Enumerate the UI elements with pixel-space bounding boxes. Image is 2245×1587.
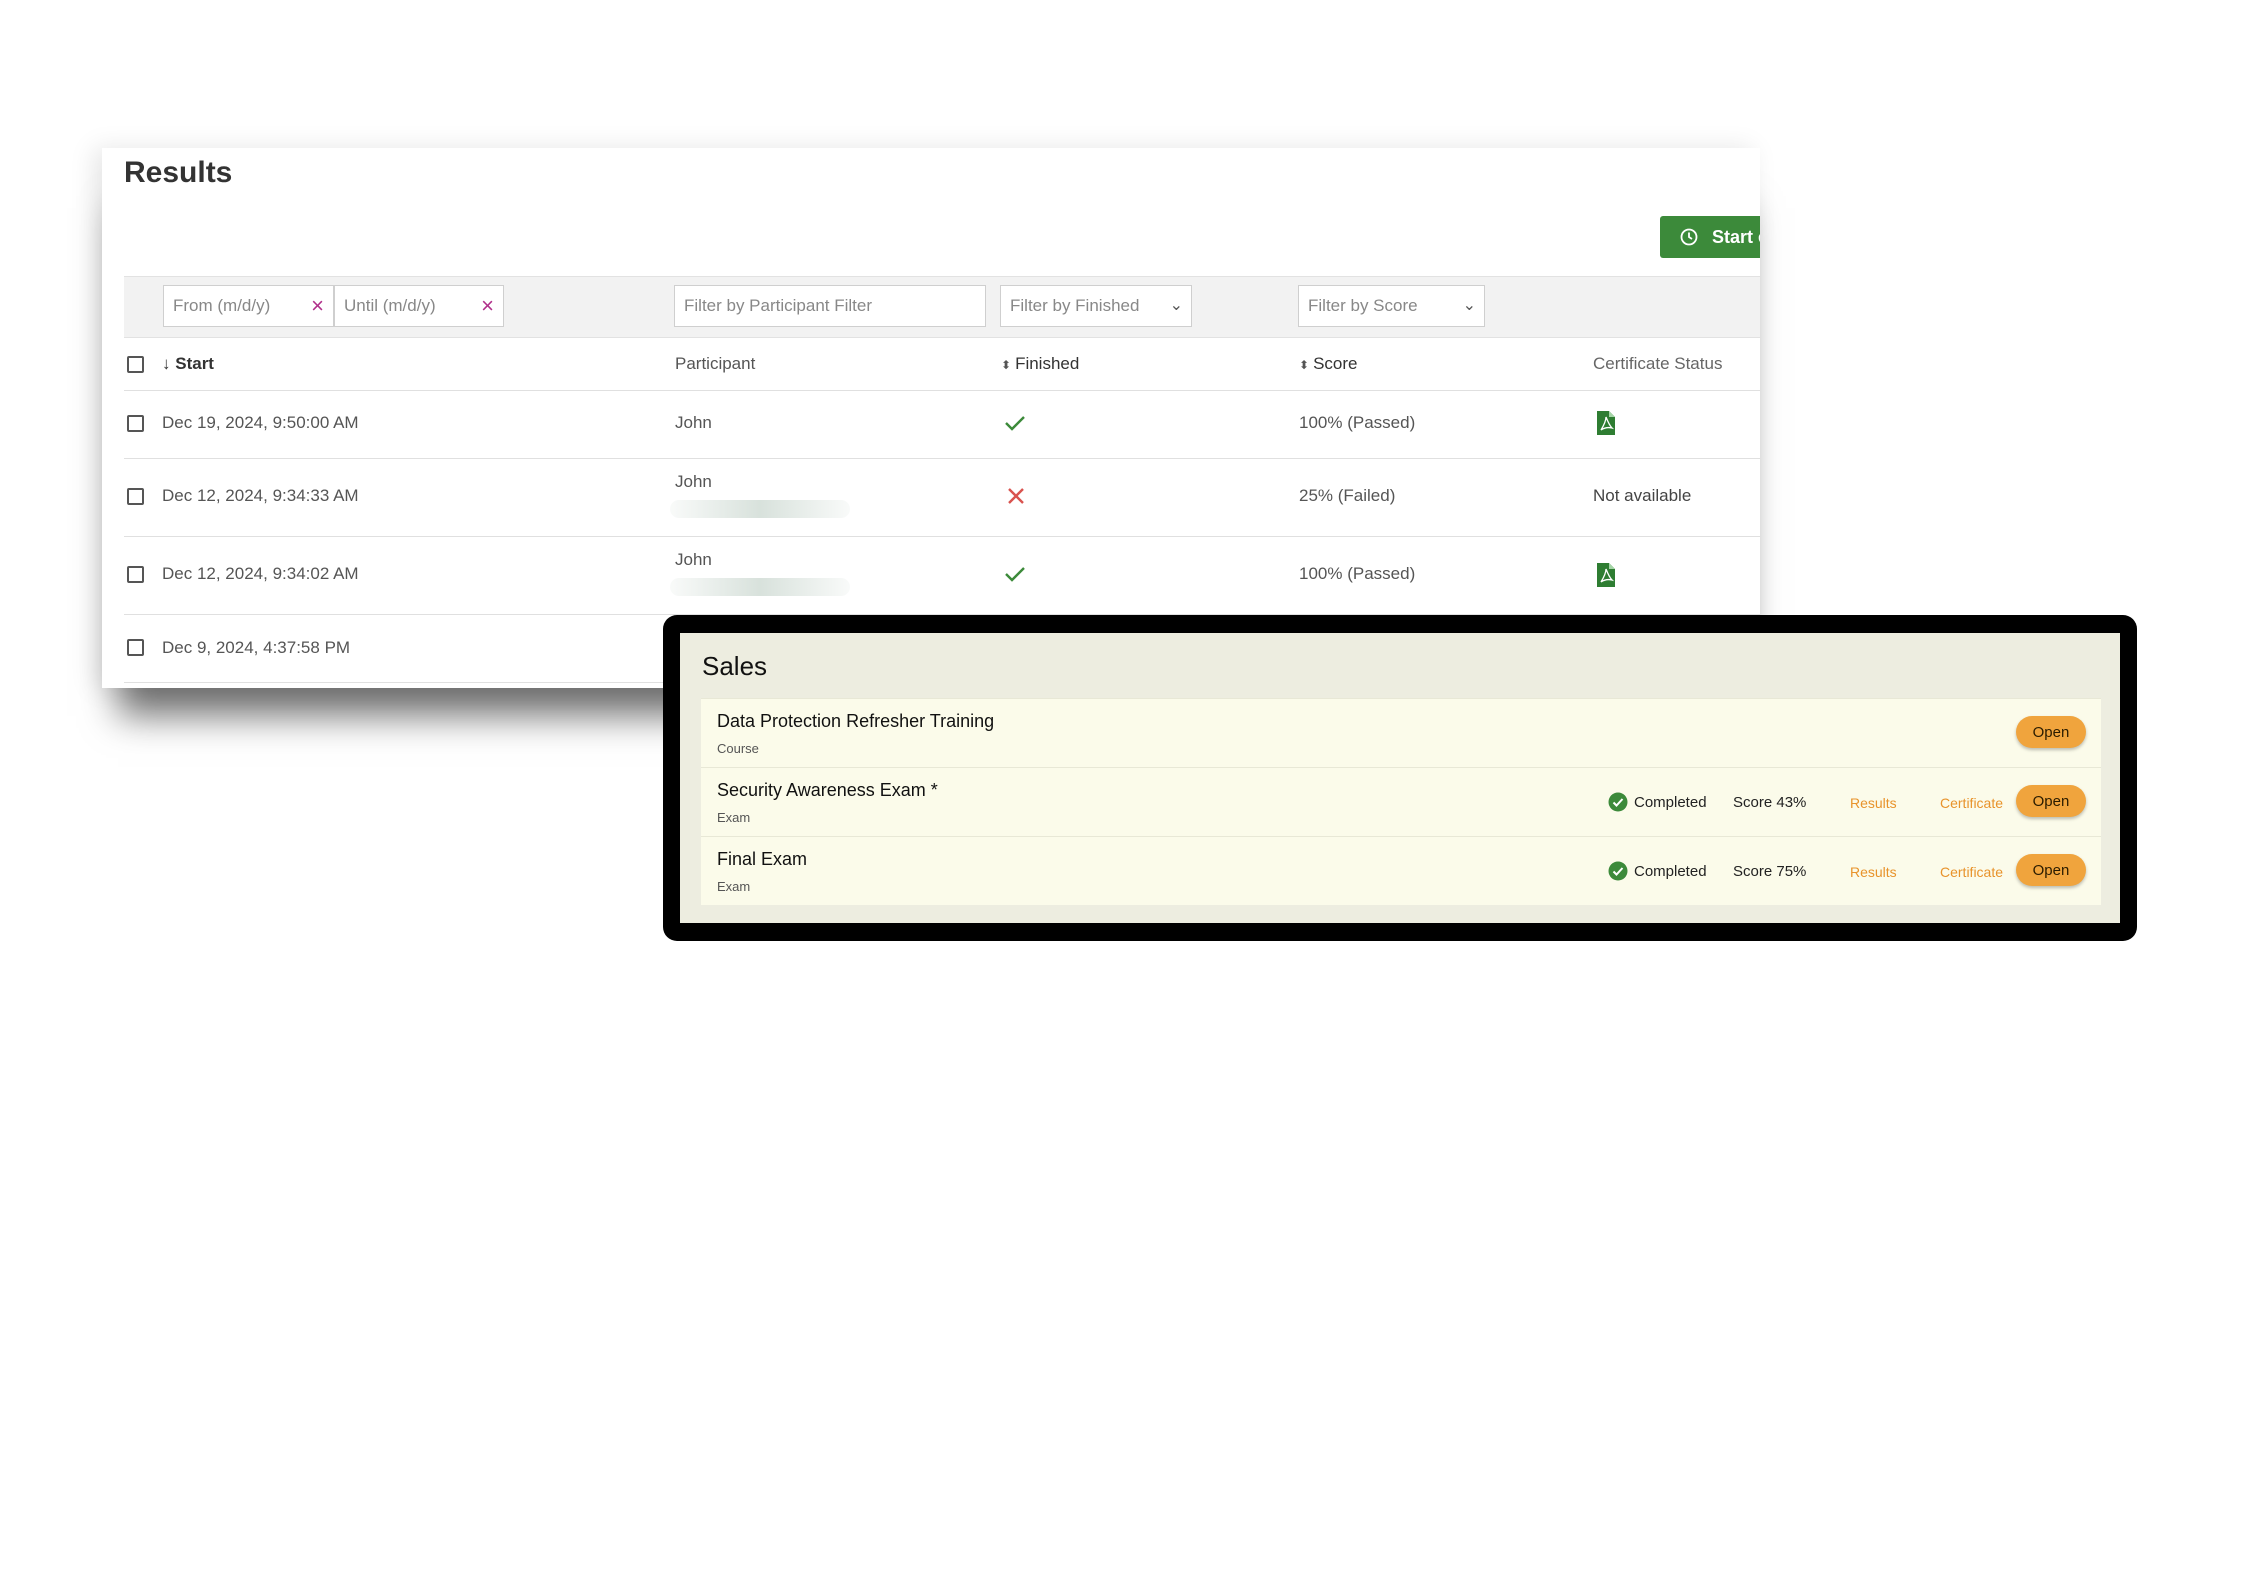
list-item: Final Exam Exam Completed Score 75% Resu… (701, 836, 2101, 905)
clear-from-icon[interactable]: × (311, 295, 324, 317)
table-row: Dec 12, 2024, 9:34:02 AM John 100% (Pass… (124, 536, 1760, 615)
item-type: Exam (717, 879, 751, 894)
results-panel: Results Start e From (m/d/y) × Until (m/… (102, 148, 1760, 688)
certificate-link[interactable]: Certificate (1940, 795, 2003, 811)
sales-panel: Sales Data Protection Refresher Training… (680, 633, 2120, 923)
row-participant: John (675, 472, 712, 491)
clock-icon (1680, 228, 1698, 246)
from-date-input[interactable]: From (m/d/y) × (163, 285, 334, 327)
completed-label: Completed (1634, 862, 1707, 880)
score-filter-placeholder: Filter by Score (1308, 296, 1418, 315)
participant-filter-input[interactable]: Filter by Participant Filter (674, 285, 986, 327)
chevron-down-icon: ⌄ (1462, 297, 1476, 314)
column-score-label: Score (1313, 354, 1358, 373)
pdf-icon[interactable] (1595, 562, 1617, 588)
completed-label: Completed (1634, 793, 1707, 811)
check-icon (1005, 567, 1025, 582)
row-score: 25% (Failed) (1299, 486, 1396, 505)
pdf-icon[interactable] (1595, 410, 1617, 436)
list-item: Security Awareness Exam * Exam Completed… (701, 767, 2101, 836)
results-link[interactable]: Results (1850, 864, 1897, 880)
page-title: Results (124, 156, 233, 189)
completed-status: Completed (1608, 792, 1707, 812)
row-certificate-status: Not available (1593, 486, 1692, 505)
table-header: ↓ Start Participant ⬍ Finished ⬍ Score Cer… (124, 338, 1760, 391)
row-start-date: Dec 12, 2024, 9:34:33 AM (162, 486, 359, 505)
item-type: Course (717, 741, 759, 756)
column-finished[interactable]: ⬍ Finished (1001, 354, 1079, 374)
column-start-label: Start (175, 354, 214, 373)
start-exam-button[interactable]: Start e (1660, 216, 1760, 258)
participant-filter-placeholder: Filter by Participant Filter (684, 296, 872, 315)
open-button[interactable]: Open (2016, 785, 2086, 817)
arrow-down-icon: ↓ (162, 354, 171, 373)
score-filter-select[interactable]: Filter by Score ⌄ (1298, 285, 1485, 327)
chevron-down-icon: ⌄ (1169, 297, 1183, 314)
list-item: Data Protection Refresher Training Cours… (701, 698, 2101, 767)
row-participant: John (675, 550, 712, 569)
redacted-text (670, 500, 850, 518)
sort-icon: ⬍ (1001, 358, 1012, 372)
clear-until-icon[interactable]: × (481, 295, 494, 317)
score-text: Score 75% (1733, 863, 1807, 880)
column-certificate-status: Certificate Status (1593, 354, 1723, 373)
redacted-text (670, 578, 850, 596)
check-circle-icon (1608, 792, 1628, 812)
table-row: Dec 19, 2024, 9:50:00 AM John 100% (Pass… (124, 390, 1760, 459)
row-checkbox[interactable] (127, 639, 144, 656)
x-icon (1008, 488, 1024, 504)
until-date-placeholder: Until (m/d/y) (344, 296, 436, 315)
column-participant: Participant (675, 354, 756, 373)
sales-title: Sales (702, 651, 768, 681)
row-start-date: Dec 12, 2024, 9:34:02 AM (162, 564, 359, 583)
row-start-date: Dec 19, 2024, 9:50:00 AM (162, 413, 359, 432)
finished-filter-placeholder: Filter by Finished (1010, 296, 1140, 315)
item-title: Security Awareness Exam * (717, 780, 938, 800)
row-score: 100% (Passed) (1299, 564, 1416, 583)
open-button[interactable]: Open (2016, 716, 2086, 748)
completed-status: Completed (1608, 861, 1707, 881)
row-participant: John (675, 413, 712, 432)
row-start-date: Dec 9, 2024, 4:37:58 PM (162, 638, 351, 657)
row-checkbox[interactable] (127, 488, 144, 505)
start-button-label: Start e (1712, 226, 1760, 247)
check-circle-icon (1608, 861, 1628, 881)
row-checkbox[interactable] (127, 566, 144, 583)
row-checkbox[interactable] (127, 415, 144, 432)
score-text: Score 43% (1733, 794, 1807, 811)
select-all-checkbox[interactable] (127, 356, 144, 373)
until-date-input[interactable]: Until (m/d/y) × (334, 285, 504, 327)
column-finished-label: Finished (1015, 354, 1080, 373)
column-start[interactable]: ↓ Start (162, 354, 214, 374)
table-row: Dec 12, 2024, 9:34:33 AM John 25% (Faile… (124, 458, 1760, 537)
column-score[interactable]: ⬍ Score (1299, 354, 1357, 374)
row-score: 100% (Passed) (1299, 413, 1416, 432)
item-title: Final Exam (717, 849, 808, 869)
filter-bar: From (m/d/y) × Until (m/d/y) × Filter by… (124, 276, 1760, 338)
open-button[interactable]: Open (2016, 854, 2086, 886)
finished-filter-select[interactable]: Filter by Finished ⌄ (1000, 285, 1192, 327)
sales-panel-frame: Sales Data Protection Refresher Training… (663, 615, 2137, 941)
certificate-link[interactable]: Certificate (1940, 864, 2003, 880)
sort-icon: ⬍ (1299, 358, 1310, 372)
results-link[interactable]: Results (1850, 795, 1897, 811)
check-icon (1005, 416, 1025, 431)
item-type: Exam (717, 810, 751, 825)
from-date-placeholder: From (m/d/y) (173, 296, 271, 315)
item-title: Data Protection Refresher Training (717, 711, 995, 731)
